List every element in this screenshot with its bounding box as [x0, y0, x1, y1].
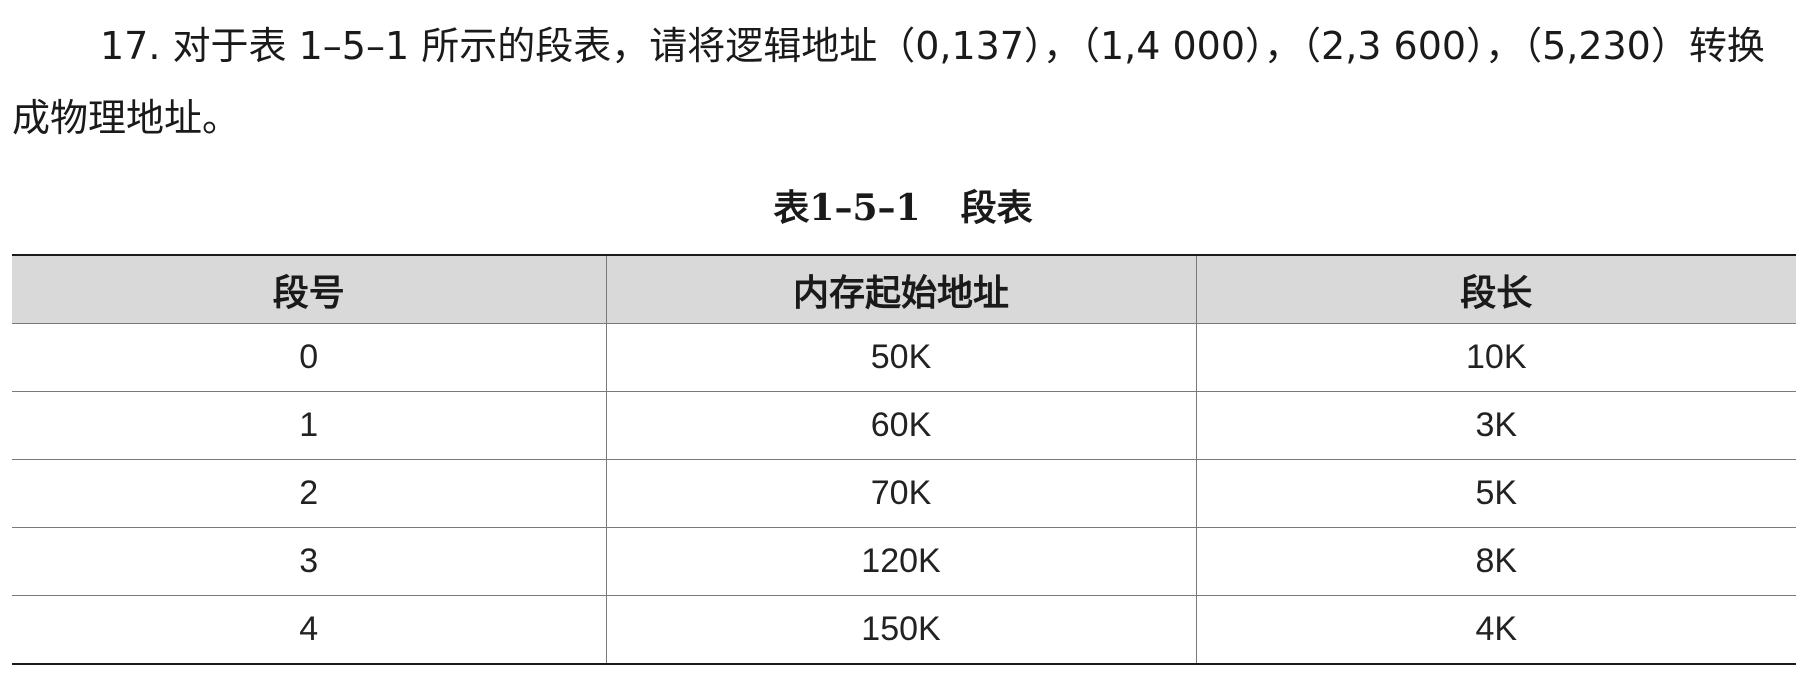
- cell-segment-number: 3: [12, 527, 607, 596]
- header-memory-start-address: 内存起始地址: [605, 254, 1197, 324]
- cell-segment-length: 8K: [1195, 527, 1796, 596]
- question-text: 17. 对于表 1–5–1 所示的段表，请将逻辑地址（0,137），（1,4 0…: [12, 24, 1765, 140]
- table-caption-title: 段表: [960, 187, 1033, 229]
- table-row: 4 150K 4K: [12, 595, 1796, 665]
- cell-segment-length: 5K: [1195, 459, 1796, 528]
- header-segment-number: 段号: [12, 254, 607, 324]
- cell-start-address: 70K: [605, 459, 1197, 528]
- cell-segment-number: 2: [12, 459, 607, 528]
- cell-segment-number: 0: [12, 323, 607, 392]
- cell-segment-length: 4K: [1195, 595, 1796, 665]
- cell-start-address: 150K: [605, 595, 1197, 665]
- cell-segment-number: 4: [12, 595, 607, 665]
- cell-start-address: 60K: [605, 391, 1197, 460]
- table-caption: 表1–5–1 段表: [0, 180, 1806, 236]
- cell-start-address: 120K: [605, 527, 1197, 596]
- header-segment-length: 段长: [1195, 254, 1796, 324]
- cell-start-address: 50K: [605, 323, 1197, 392]
- table-caption-number: 表1–5–1: [773, 187, 921, 229]
- table-row: 0 50K 10K: [12, 323, 1796, 392]
- table-row: 2 70K 5K: [12, 459, 1796, 528]
- table-header-row: 段号 内存起始地址 段长: [12, 254, 1796, 324]
- table-row: 1 60K 3K: [12, 391, 1796, 460]
- cell-segment-length: 10K: [1195, 323, 1796, 392]
- cell-segment-length: 3K: [1195, 391, 1796, 460]
- segment-table: 段号 内存起始地址 段长 0 50K 10K 1 60K 3K 2 70K 5K…: [12, 254, 1796, 665]
- cell-segment-number: 1: [12, 391, 607, 460]
- table-row: 3 120K 8K: [12, 527, 1796, 596]
